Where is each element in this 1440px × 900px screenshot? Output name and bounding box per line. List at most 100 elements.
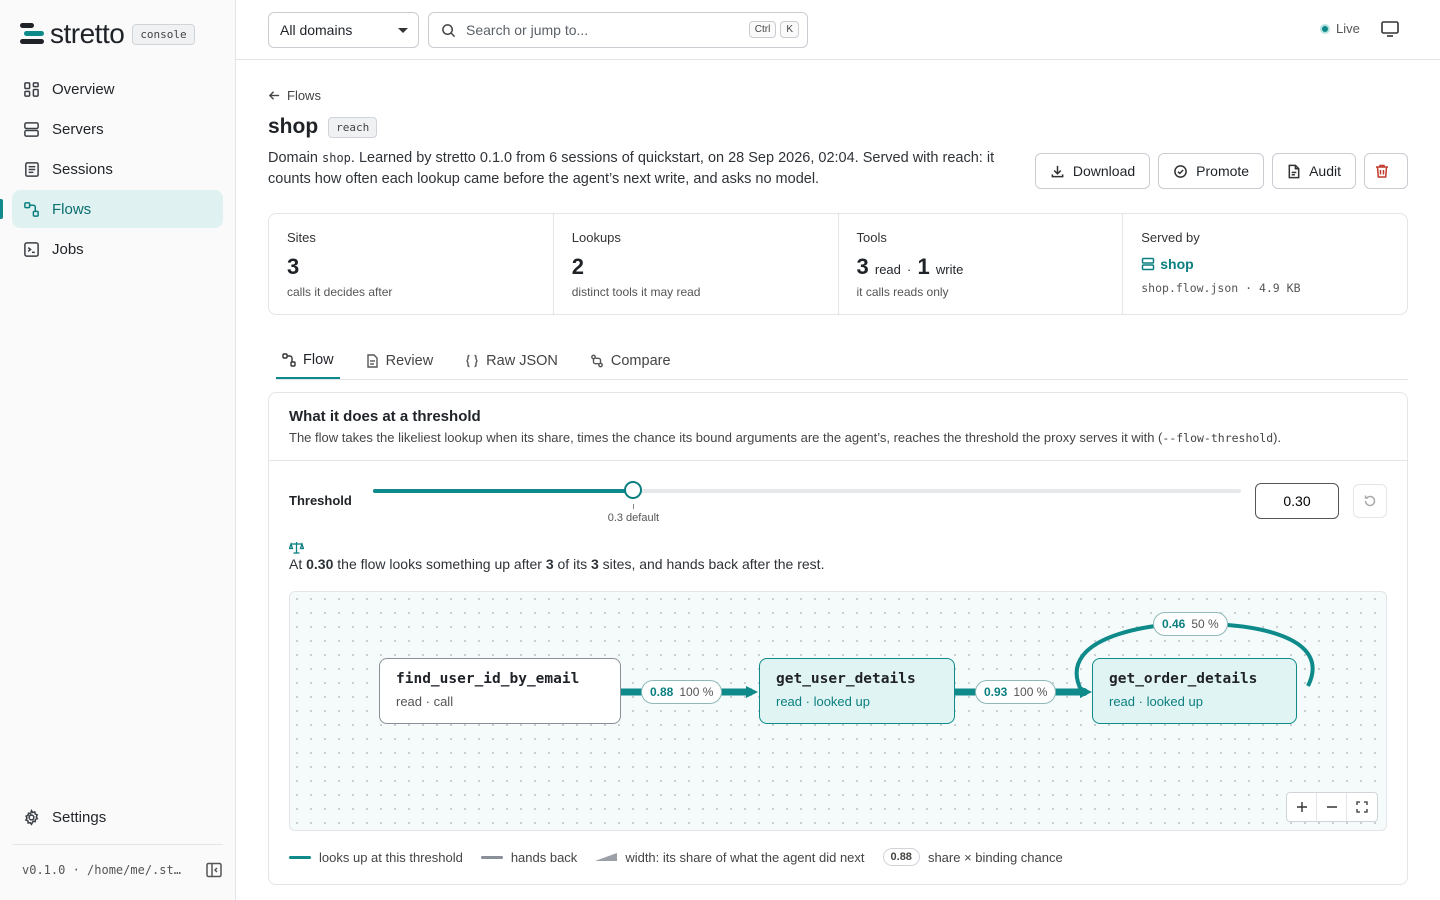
server-icon <box>1142 257 1155 271</box>
tab-label: Raw JSON <box>486 353 558 369</box>
server-icon <box>24 121 39 137</box>
sidebar-item-label: Jobs <box>52 240 84 258</box>
width-wedge-icon <box>595 853 618 861</box>
document-icon <box>366 354 378 368</box>
gray-swatch <box>480 855 503 859</box>
sidebar-item-label: Overview <box>52 80 115 98</box>
scale-icon <box>289 541 304 554</box>
page-title: shop <box>268 115 319 138</box>
sidebar-item-settings[interactable]: Settings <box>12 798 223 836</box>
sidebar-item-servers[interactable]: Servers <box>12 110 223 148</box>
zoom-out-button[interactable] <box>1317 793 1347 821</box>
console-badge: console <box>132 23 195 45</box>
flow-node[interactable]: get_order_details read · looked up <box>1092 658 1297 724</box>
edge-label[interactable]: 0.88 100 % <box>641 680 723 704</box>
stat-label: Tools <box>856 230 887 245</box>
stat-value: 3 read · 1 write <box>857 254 1105 280</box>
stat-lookups: Lookups 2 distinct tools it may read <box>554 214 839 314</box>
node-status: read · looked up <box>776 694 870 709</box>
flow-node[interactable]: get_user_details read · looked up <box>759 658 955 724</box>
legend-width: width: its share of what the agent did n… <box>595 849 865 865</box>
stat-sub: calls it decides after <box>287 285 393 299</box>
threshold-input[interactable] <box>1255 483 1339 519</box>
search-box: Ctrl K <box>428 12 808 48</box>
download-button[interactable]: Download <box>1034 153 1151 189</box>
server-link[interactable]: shop <box>1141 256 1389 272</box>
stat-sub: distinct tools it may read <box>571 285 701 299</box>
sidebar-item-overview[interactable]: Overview <box>12 70 223 108</box>
sidebar-item-sessions[interactable]: Sessions <box>12 150 223 188</box>
domain-select[interactable]: All domains <box>268 12 419 48</box>
legend-text: share × binding chance <box>927 849 1063 865</box>
back-link[interactable]: Flows <box>268 88 321 103</box>
edge-score: 0.93 <box>984 685 1008 699</box>
threshold-panel: What it does at a threshold The flow tak… <box>268 392 1408 885</box>
list-icon <box>25 161 39 177</box>
terminal-icon <box>24 241 39 257</box>
sidebar-footer: v0.1.0 · /home/me/.stretto <box>12 844 223 879</box>
flow-icon <box>24 201 39 217</box>
default-label: 0.3 default <box>607 512 660 524</box>
back-label: Flows <box>287 88 321 103</box>
stat-served-by: Served by shop shop.flow.json · 4.9 KB <box>1123 214 1407 314</box>
monitor-icon[interactable] <box>1380 20 1400 38</box>
stats-grid: Sites 3 calls it decides after Lookups 2… <box>268 213 1408 315</box>
edge-label[interactable]: 0.46 50 % <box>1153 612 1228 636</box>
delete-button[interactable] <box>1364 153 1408 189</box>
caret-down-icon <box>398 28 408 33</box>
collapse-sidebar-icon[interactable] <box>205 861 223 879</box>
audit-button[interactable]: Audit <box>1272 153 1356 189</box>
tab-flow[interactable]: Flow <box>276 343 340 379</box>
tab-review[interactable]: Review <box>360 343 440 379</box>
node-status: read · looked up <box>1109 694 1203 709</box>
fullscreen-icon <box>1356 801 1368 813</box>
sidebar-nav: Overview Servers Sessions Flows Jobs <box>0 70 223 270</box>
zoom-controls <box>1286 792 1378 822</box>
kbd-ctrl: Ctrl <box>748 21 777 38</box>
promote-button[interactable]: Promote <box>1158 153 1265 189</box>
search-input[interactable] <box>466 22 726 38</box>
panel-desc-code: --flow-threshold <box>1162 431 1274 445</box>
document-icon <box>1288 164 1300 178</box>
tab-raw-json[interactable]: Raw JSON <box>459 343 564 379</box>
teal-swatch <box>289 855 311 859</box>
flow-file: shop.flow.json · 4.9 KB <box>1141 281 1301 295</box>
fit-view-button[interactable] <box>1347 793 1377 821</box>
slider-handle[interactable] <box>624 481 643 499</box>
version-path: v0.1.0 · /home/me/.stretto <box>22 863 182 877</box>
threshold-slider[interactable]: 0.3 default <box>373 481 1241 524</box>
reset-button[interactable] <box>1353 484 1387 518</box>
summary-mid1: the flow looks something up after <box>333 556 546 572</box>
reset-icon <box>1364 495 1376 507</box>
flow-node[interactable]: find_user_id_by_email read · call <box>379 658 621 724</box>
desc-domain: shop <box>322 151 351 165</box>
stat-label: Lookups <box>571 230 621 245</box>
live-label: Live <box>1336 21 1360 36</box>
write-count: 1 <box>917 254 930 279</box>
panel-desc-post: ). <box>1273 430 1282 445</box>
panel-desc-pre: The flow takes the likeliest lookup when… <box>289 430 1163 445</box>
legend-text: width: its share of what the agent did n… <box>625 849 865 865</box>
sidebar: stretto console Overview Servers Session… <box>0 0 236 900</box>
sidebar-item-flows[interactable]: Flows <box>0 190 223 228</box>
node-name: get_order_details <box>1109 671 1258 687</box>
summary-mid2: of its <box>553 556 591 572</box>
legend-tag: 0.88 <box>882 848 920 866</box>
node-status: read · call <box>396 694 454 709</box>
stat-label: Sites <box>287 230 316 245</box>
summary-total: 3 <box>590 556 599 572</box>
actions: Download Promote Audit <box>1027 153 1408 189</box>
summary-pre: At <box>289 556 307 572</box>
edge-label[interactable]: 0.93 100 % <box>975 680 1057 704</box>
node-name: find_user_id_by_email <box>396 671 580 687</box>
logo[interactable]: stretto console <box>20 20 195 48</box>
flow-canvas[interactable]: find_user_id_by_email read · call get_us… <box>289 591 1387 831</box>
legend-score: 0.88 share × binding chance <box>882 848 1063 866</box>
edge-score: 0.88 <box>650 685 674 699</box>
sidebar-item-jobs[interactable]: Jobs <box>12 230 223 268</box>
edge-share: 50 % <box>1191 617 1219 631</box>
zoom-in-button[interactable] <box>1287 793 1317 821</box>
tab-compare[interactable]: Compare <box>584 343 677 379</box>
topbar: All domains Ctrl K Live <box>236 0 1440 60</box>
edge-loop-end <box>1080 688 1088 696</box>
